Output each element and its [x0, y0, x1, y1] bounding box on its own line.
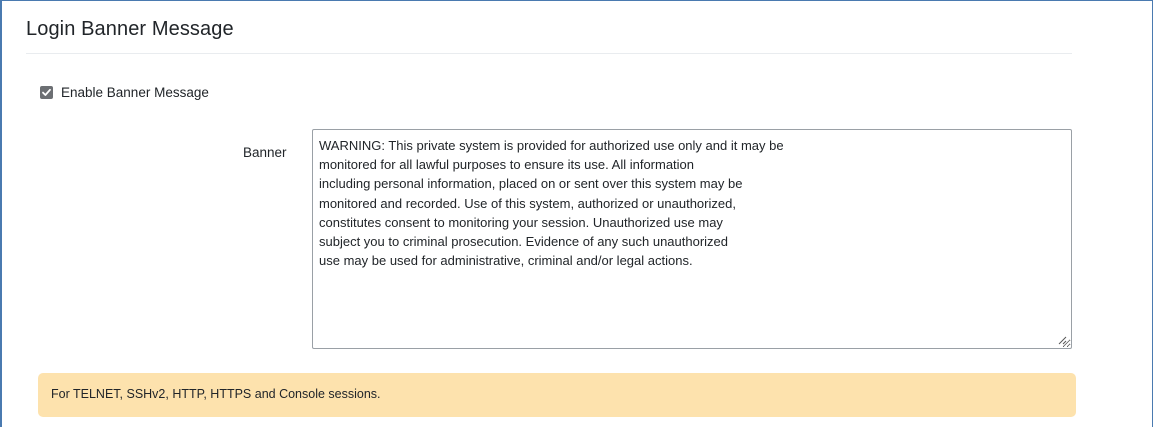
- enable-banner-label: Enable Banner Message: [61, 85, 209, 100]
- banner-textarea[interactable]: WARNING: This private system is provided…: [312, 129, 1072, 349]
- banner-label: Banner: [243, 145, 287, 160]
- session-notice-text: For TELNET, SSHv2, HTTP, HTTPS and Conso…: [51, 387, 381, 401]
- enable-banner-row[interactable]: Enable Banner Message: [40, 85, 209, 100]
- title-divider: [26, 53, 1072, 54]
- checkmark-icon: [42, 88, 51, 96]
- login-banner-panel: Login Banner Message Enable Banner Messa…: [0, 0, 1153, 427]
- enable-banner-checkbox[interactable]: [40, 86, 53, 99]
- panel-title: Login Banner Message: [26, 18, 234, 40]
- session-notice: For TELNET, SSHv2, HTTP, HTTPS and Conso…: [38, 373, 1076, 417]
- resize-grip-icon[interactable]: [1057, 335, 1067, 345]
